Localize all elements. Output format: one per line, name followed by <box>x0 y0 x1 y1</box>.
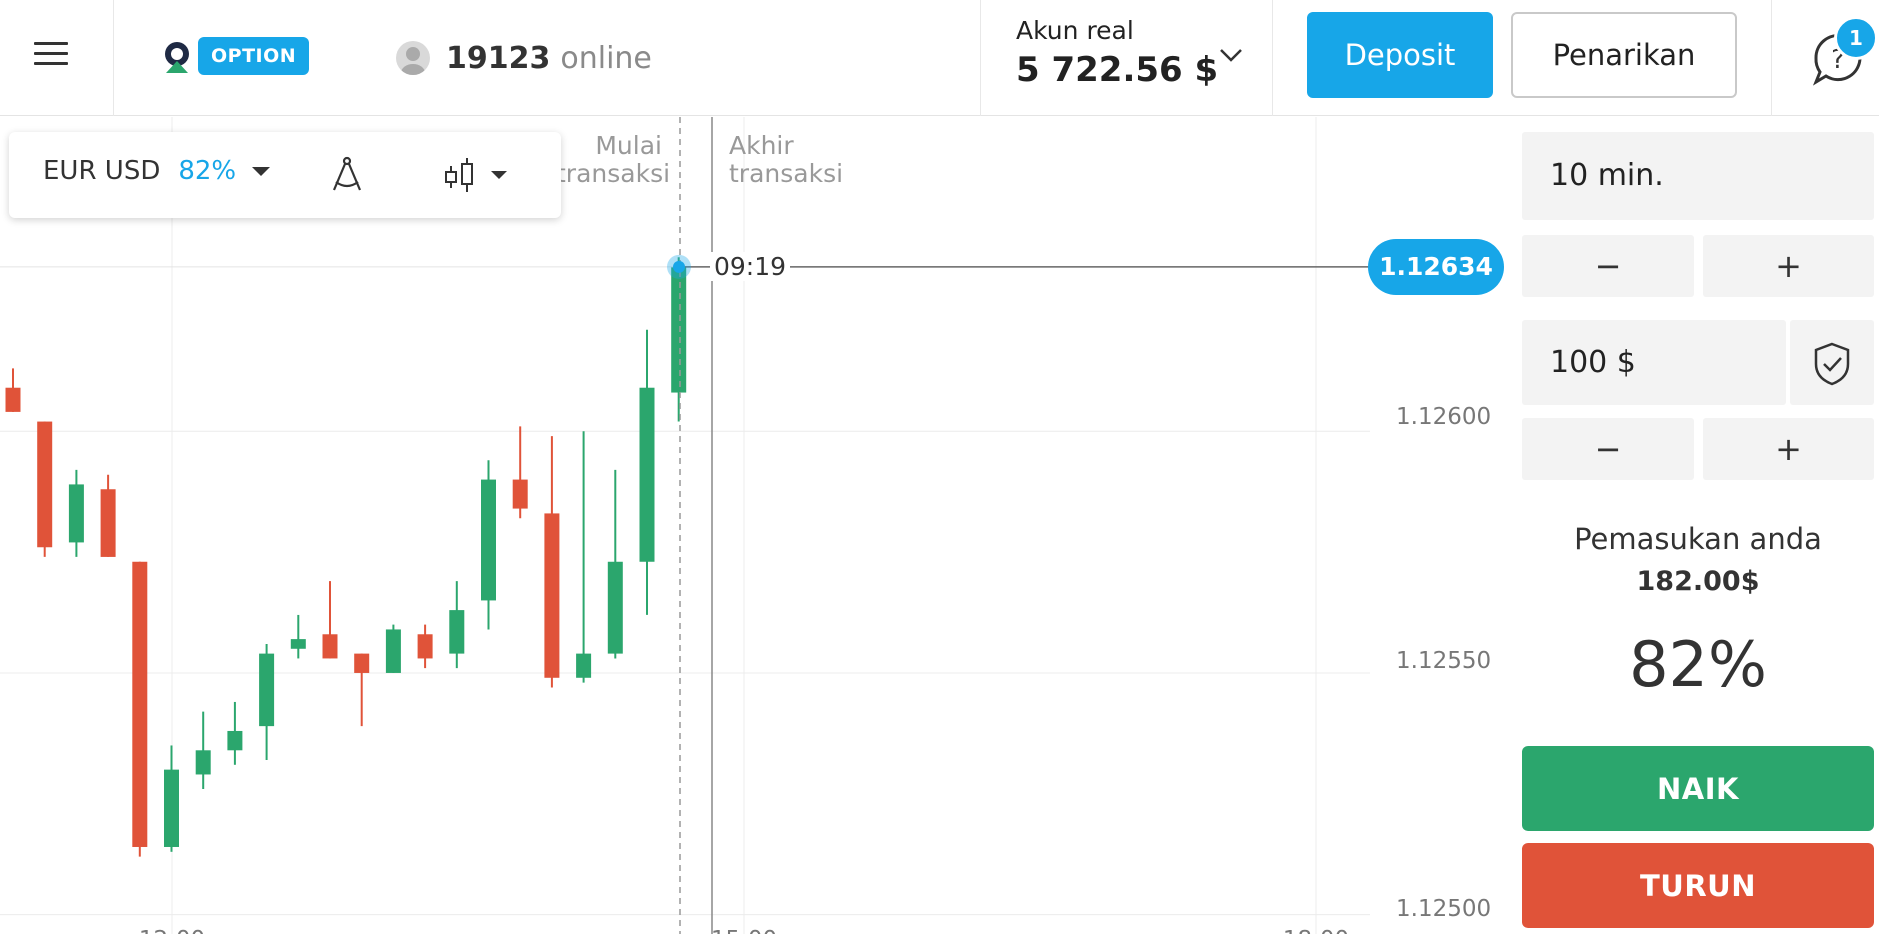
deposit-button[interactable]: Deposit <box>1307 12 1493 98</box>
x-axis-tick: 18:00 <box>1283 927 1349 934</box>
payout-value: 182.00$ <box>1636 566 1760 597</box>
candle-body <box>5 387 21 412</box>
online-label: online <box>560 40 652 76</box>
candle-body <box>671 266 687 393</box>
trade-end-label: Akhir transaksi <box>729 132 843 188</box>
put-down-button[interactable]: TURUN <box>1522 843 1874 928</box>
header-divider <box>980 0 981 116</box>
x-axis-tick: 12:00 <box>139 927 205 934</box>
candle-body <box>639 387 655 562</box>
chevron-down-icon <box>1220 49 1242 62</box>
current-price-badge: 1.12634 <box>1368 238 1504 295</box>
trade-start-label: Mulai <box>594 132 662 160</box>
trade-end-label-line1: Akhir <box>729 131 794 160</box>
hamburger-menu-button[interactable] <box>34 40 68 66</box>
amount-increase-button[interactable]: + <box>1703 418 1874 480</box>
candle-body <box>37 421 53 548</box>
withdraw-button[interactable]: Penarikan <box>1511 12 1737 98</box>
investment-amount-field[interactable]: 100 $ <box>1522 320 1786 405</box>
candle-body <box>68 484 84 543</box>
trade-end-label-line2: transaksi <box>729 159 844 188</box>
account-balance: 5 722.56 $ <box>1016 50 1219 90</box>
shield-check-icon[interactable] <box>1790 320 1874 405</box>
payout-percent: 82% <box>1629 628 1767 701</box>
duration-increase-button[interactable]: + <box>1703 235 1874 297</box>
payout-label: Pemasukan anda <box>1574 522 1822 556</box>
amount-decrease-button[interactable]: − <box>1522 418 1694 480</box>
drawing-tools-icon[interactable] <box>329 154 365 194</box>
asset-selector[interactable]: EUR USD 82% <box>43 156 271 186</box>
trade-start-label-line1: Mulai <box>595 131 662 160</box>
current-price-dot <box>673 260 685 273</box>
candle-body <box>544 513 560 678</box>
candle-body <box>227 730 243 751</box>
logo-text: OPTION <box>198 37 310 75</box>
candle-body <box>195 750 211 775</box>
account-type-label: Akun real <box>1016 16 1134 45</box>
y-axis-tick: 1.12500 <box>1396 896 1492 922</box>
y-axis-tick: 1.12550 <box>1396 648 1492 674</box>
duration-decrease-button[interactable]: − <box>1522 235 1694 297</box>
header-divider <box>1272 0 1273 116</box>
candle-body <box>354 653 370 673</box>
notification-badge: 1 <box>1834 16 1878 60</box>
header-divider <box>113 0 114 116</box>
current-time-label: 09:19 <box>710 251 791 281</box>
candle-body <box>481 479 496 601</box>
asset-name: EUR USD <box>43 156 161 186</box>
online-count: 19123 <box>446 40 551 76</box>
candlestick-chart: 12:00 15:00 18:00 <box>0 117 1372 934</box>
account-selector[interactable]: Akun real 5 722.56 $ <box>1016 16 1256 96</box>
candle-body <box>607 561 623 654</box>
top-bar: OPTION 19123 online Akun real 5 722.56 $… <box>0 0 1879 116</box>
chart-type-icon[interactable] <box>441 154 511 194</box>
x-axis-tick: 15:00 <box>711 927 777 934</box>
candle-body <box>132 561 148 847</box>
candle-body <box>164 769 179 847</box>
header-divider <box>1771 0 1772 116</box>
trade-start-label-line2: transaksi <box>556 159 671 188</box>
candle-body <box>417 634 433 659</box>
price-chart[interactable]: 12:00 15:00 18:00 <box>0 117 1520 934</box>
candle-body <box>259 653 275 727</box>
candle-body <box>449 610 465 654</box>
expiry-time-field[interactable]: 10 min. <box>1522 132 1874 220</box>
candle-body <box>512 479 528 509</box>
caret-down-icon <box>252 166 271 176</box>
online-users: 19123 online <box>396 38 652 78</box>
candle-body <box>576 653 592 678</box>
asset-payout: 82% <box>178 156 237 186</box>
candle-body <box>385 629 401 673</box>
candle-body <box>290 639 306 649</box>
call-up-button[interactable]: NAIK <box>1522 746 1874 831</box>
y-axis-tick: 1.12600 <box>1396 404 1492 430</box>
candle-body <box>100 489 116 557</box>
logo-mark-icon <box>160 39 194 73</box>
brand-logo[interactable]: OPTION <box>160 36 310 76</box>
candle-body <box>322 634 338 659</box>
chart-toolbar: EUR USD 82% <box>9 132 561 218</box>
user-avatar-icon <box>396 41 430 75</box>
